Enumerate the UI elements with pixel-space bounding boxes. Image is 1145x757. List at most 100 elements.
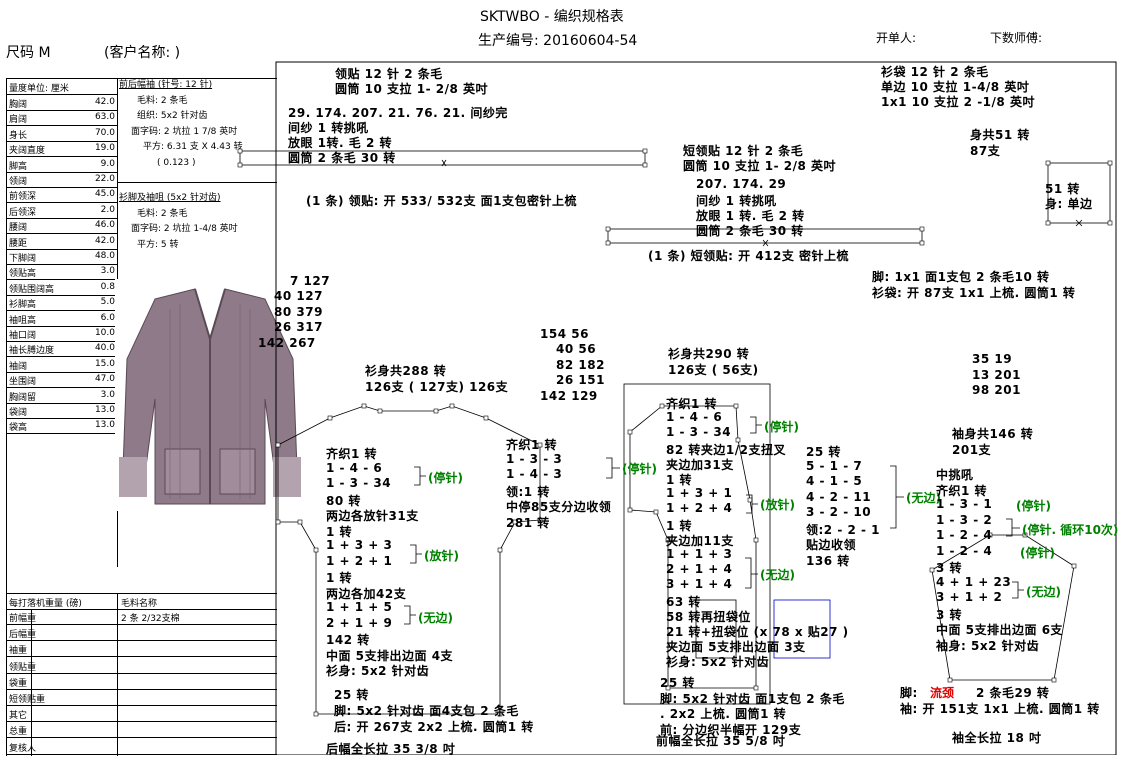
annotation-line: 领:1 转: [506, 484, 550, 499]
measure-row: 胸阔 42.0: [7, 97, 117, 111]
annotation-line: 圆筒 10 支拉 1- 2/8 英吋: [683, 159, 837, 173]
annotation-line: 1 + 1 + 5: [326, 600, 393, 614]
back-tag: (停针): [428, 471, 463, 485]
unit-row: 量度单位: 厘米: [7, 79, 117, 95]
weight-row: 短领贴重: [7, 690, 277, 706]
annotation-line: 前幅全长拉 35 5/8 吋: [656, 734, 786, 748]
annotation-line: (1 条) 短领贴: 开 412支 密针上梳: [648, 249, 850, 263]
measure-row: 夹阔直度 19.0: [7, 143, 117, 158]
annotation-line: 圆筒 2 条毛 30 转: [696, 224, 804, 238]
annotation-line: 1 转: [326, 571, 353, 585]
annotation-line: 1 - 3 - 34: [326, 476, 392, 490]
weight-row: 领贴重: [7, 658, 277, 674]
annotation-line: 领:2 - 2 - 1: [806, 522, 881, 537]
back-tag: (无边): [418, 611, 453, 625]
annotation-line: 1 - 2 - 4: [936, 528, 993, 542]
sleeve-tag: (无边): [1026, 585, 1061, 599]
annotation-line: 1 + 3 + 3: [326, 538, 393, 552]
annotation-line: 1 - 4 - 6: [326, 460, 383, 475]
annotation-line: 25 转: [660, 676, 695, 690]
left-number-row: 80 379: [274, 305, 323, 319]
measure-row: 袋高 13.0: [7, 420, 117, 435]
front-tag: (停针): [764, 420, 799, 434]
annotation-line: 1 - 2 - 4: [936, 543, 993, 558]
annotation-line: 身共51 转: [970, 128, 1030, 142]
neck-tag: (停针): [622, 462, 657, 476]
annotation-line: 3 - 2 - 10: [806, 505, 872, 519]
annotation-line: 2 + 1 + 4: [666, 562, 733, 577]
left-number-row: 7 127: [290, 274, 331, 288]
annotation-line: 衫袋: 开 87支 1x1 上梳. 圆筒1 转: [872, 286, 1076, 300]
spec-panel: 量度单位: 厘米 胸阔 42.0 肩阔 63.0 身长 70.0 夹阔直度 19.0 脚高 9.0…: [6, 78, 305, 756]
annotation-line: 后: 开 267支 2x2 上梳. 圆筒1 转: [334, 720, 534, 734]
mid-number-row: 40 56: [556, 342, 597, 356]
back-tag: (放针): [424, 549, 459, 563]
measure-row: 坐围阔 47.0: [7, 374, 117, 389]
annotation-line: 袖身共146 转: [952, 427, 1034, 441]
front-tag: (放针): [760, 498, 795, 512]
annotation-line: 207. 174. 29: [696, 177, 787, 191]
annotation-line: 衫身: 5x2 针对齿: [666, 655, 770, 670]
order-person-label: 开单人:: [876, 31, 917, 45]
weight-row: 袖重: [7, 641, 277, 658]
left-number-row: 26 317: [274, 320, 323, 334]
annotation-line: 5 - 1 - 7: [806, 458, 863, 473]
annotation-line: 中面 5支排出边面 4支: [326, 648, 454, 663]
measure-row: 袖咀高 6.0: [7, 312, 117, 327]
annotation-line: 3 + 1 + 2: [936, 590, 1003, 604]
annotation-line: 126支 ( 127支) 126支: [365, 380, 509, 394]
measure-row: 身长 70.0: [7, 127, 117, 142]
measure-row: 领贴围阔高 0.8: [7, 281, 117, 296]
annotation-line: 圆筒 2 条毛 30 转: [288, 151, 396, 165]
annotation-line: 3 转: [936, 607, 963, 622]
measure-row: 衫脚高 5.0: [7, 297, 117, 312]
measure-row: 下脚阔 48.0: [7, 251, 117, 265]
annotation-line: 衫身共288 转: [365, 364, 447, 378]
annotation-line: 1 - 3 - 34: [666, 425, 732, 440]
annotation-line: 2 + 1 + 9: [326, 615, 393, 630]
page-title: SKTWBO - 编织规格表: [480, 9, 624, 25]
weight-row: 后幅重: [7, 625, 277, 642]
mid-number-row: 154 56: [540, 327, 589, 341]
sleeve-tag: (停针): [1020, 546, 1055, 560]
mid-number-row: 142 129: [540, 389, 598, 403]
annotation-line: (1 条) 领贴: 开 533/ 532支 面1支包密针上梳: [306, 194, 578, 208]
master-label: 下数师傅:: [990, 31, 1043, 45]
annotation-line: 281 转: [506, 515, 550, 530]
annotation-line: 贴边收领: [806, 538, 857, 552]
weight-row: 复核人: [7, 739, 277, 755]
weight-row: 袋重: [7, 674, 277, 690]
annotation-line: 1 - 3 - 2: [936, 512, 993, 527]
customer-label: (客户名称: ): [104, 45, 181, 61]
annotation-line: 两边各放针31支: [326, 509, 419, 523]
measure-row: 后领深 2.0: [7, 204, 117, 219]
annotation-line: 25 转: [806, 445, 841, 459]
left-number-row: 142 267: [258, 336, 316, 350]
mid-number-row: 82 182: [556, 358, 605, 372]
annotation-line: 1 + 2 + 4: [666, 501, 733, 516]
annotation-line: 中挑吼: [936, 468, 974, 482]
annotation-line: 25 转: [334, 688, 369, 702]
notes-front: 前后幅袖 (针号: 12 针) 毛料: 2 条毛 组织: 5x2 针对齿 面字码…: [119, 80, 243, 168]
annotation-line: 1 - 3 - 1: [936, 497, 993, 511]
annotation-line: 1 - 4 - 6: [666, 410, 723, 425]
annotation-line: 3 + 1 + 4: [666, 577, 733, 592]
weight-row: 总重: [7, 722, 277, 739]
measure-row: 领贴高 3.0: [7, 266, 117, 281]
annotation-line: 1 转: [326, 524, 353, 539]
measure-row: 腰阔 46.0: [7, 220, 117, 235]
annotation-line: . 2x2 上梳. 圆筒1 转: [660, 707, 787, 721]
annotation-line: 齐织1 转: [936, 483, 988, 498]
annotation-line: 1 + 2 + 1: [326, 553, 393, 568]
annotation-line: 1x1 10 支拉 2 -1/8 英吋: [881, 95, 1035, 109]
sleeve-foot-highlight: 流颈: [930, 686, 955, 700]
annotation-line: 4 + 1 + 23: [936, 574, 1012, 589]
production-number: 生产编号: 20160604-54: [478, 33, 638, 49]
annotation-line: 脚: 1x1 面1支包 2 条毛10 转: [872, 270, 1050, 284]
measure-row: 袋阔 13.0: [7, 405, 117, 419]
annotation-line: 136 转: [806, 553, 850, 568]
notes-trim: 衫脚及袖咀 (5x2 针对齿) 毛料: 2 条毛 面字码: 2 坑拉 1-4/8…: [119, 193, 238, 250]
weight-row: 其它: [7, 706, 277, 723]
annotation-line: 80 转: [326, 493, 361, 508]
weight-header-row: 每打落机重量 (磅) 毛料名称: [7, 593, 277, 610]
